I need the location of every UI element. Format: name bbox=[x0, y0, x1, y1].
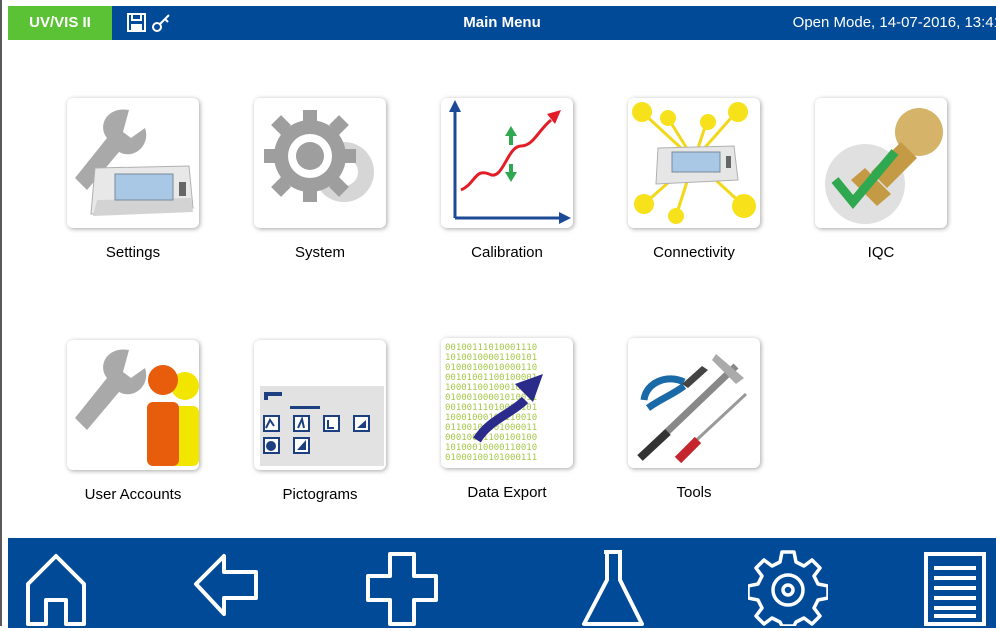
menu-item-data-export[interactable]: 00100111010001110 10100100001100101 0100… bbox=[427, 338, 587, 501]
menu-item-user-accounts[interactable]: User Accounts bbox=[53, 340, 213, 503]
iqc-stamp-icon bbox=[815, 98, 947, 228]
menu-item-connectivity[interactable]: Connectivity bbox=[614, 98, 774, 261]
menu-item-settings[interactable]: Settings bbox=[53, 98, 213, 261]
connectivity-icon bbox=[628, 98, 760, 228]
menu-label: User Accounts bbox=[84, 486, 182, 503]
svg-text:00100111010001110: 00100111010001110 bbox=[445, 343, 537, 353]
svg-text:10100100001100101: 10100100001100101 bbox=[445, 353, 537, 363]
menu-item-iqc[interactable]: IQC bbox=[801, 98, 961, 261]
user-accounts-icon bbox=[67, 340, 199, 470]
back-arrow-icon[interactable] bbox=[190, 546, 270, 626]
bottom-nav-bar bbox=[8, 538, 996, 628]
settings-icon bbox=[67, 98, 199, 228]
menu-label: Tools bbox=[676, 484, 712, 501]
menu-label: Pictograms bbox=[282, 486, 358, 503]
flask-icon[interactable] bbox=[576, 546, 656, 626]
tools-icon bbox=[628, 338, 760, 468]
menu-label: Settings bbox=[105, 244, 161, 261]
menu-item-pictograms[interactable]: Pictograms bbox=[240, 340, 400, 503]
plus-icon[interactable] bbox=[364, 546, 444, 626]
menu-item-tools[interactable]: Tools bbox=[614, 338, 774, 501]
menu-label: Calibration bbox=[471, 244, 543, 261]
screen-frame bbox=[0, 0, 996, 626]
menu-label: Connectivity bbox=[653, 244, 735, 261]
svg-text:10100010000110010: 10100010000110010 bbox=[445, 443, 537, 453]
menu-label: IQC bbox=[867, 244, 895, 261]
system-gears-icon bbox=[254, 98, 386, 228]
data-export-icon: 00100111010001110 10100100001100101 0100… bbox=[441, 338, 573, 468]
gear-icon[interactable] bbox=[746, 546, 830, 628]
list-icon[interactable] bbox=[920, 546, 994, 626]
svg-text:01000100010000110: 01000100010000110 bbox=[445, 363, 537, 373]
pictograms-icon bbox=[254, 340, 386, 470]
menu-item-system[interactable]: System bbox=[240, 98, 400, 261]
menu-label: System bbox=[294, 244, 345, 261]
status-text: Open Mode, 14-07-2016, 13:41 bbox=[792, 14, 996, 31]
top-bar: UV/VIS II Main Menu Open Mode, 14-07-201… bbox=[8, 6, 996, 40]
menu-item-calibration[interactable]: Calibration bbox=[427, 98, 587, 261]
calibration-chart-icon bbox=[441, 98, 573, 228]
menu-label: Data Export bbox=[467, 484, 547, 501]
home-icon[interactable] bbox=[18, 546, 98, 626]
svg-text:00010011100100100: 00010011100100100 bbox=[445, 433, 537, 443]
svg-text:01000100101000111: 01000100101000111 bbox=[445, 453, 537, 463]
